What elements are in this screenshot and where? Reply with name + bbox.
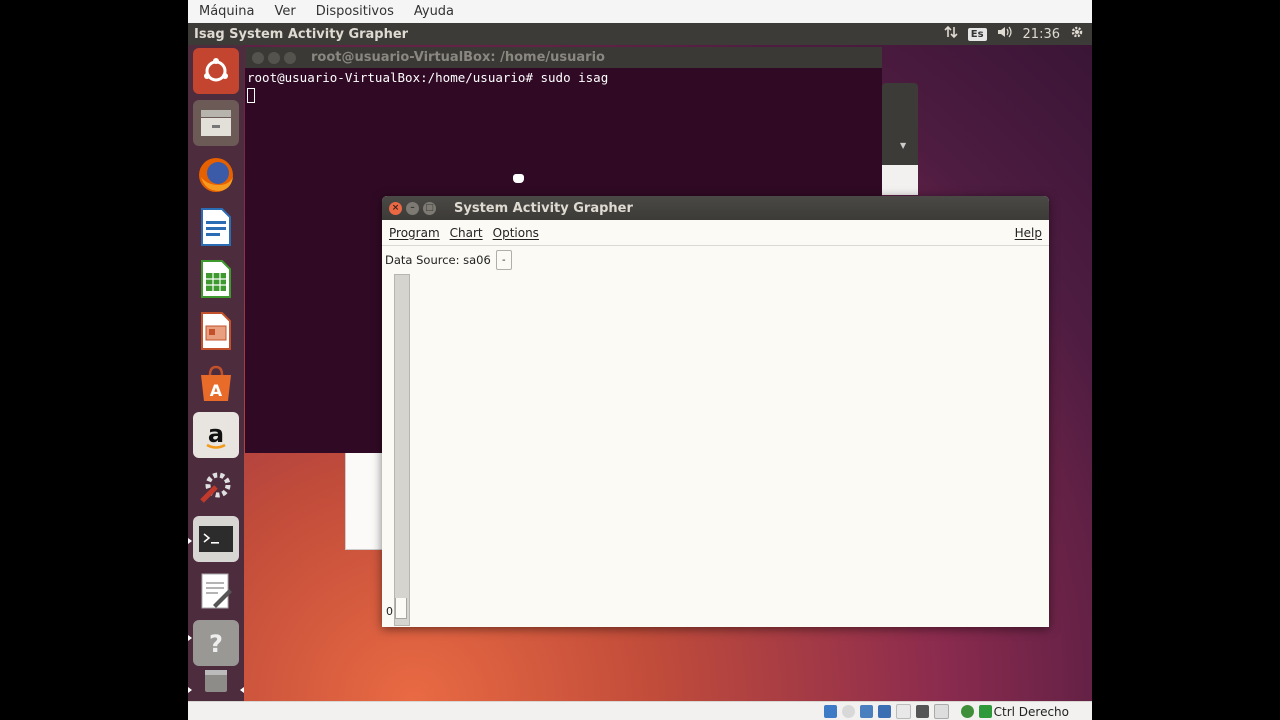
terminal-output[interactable]: root@usuario-VirtualBox:/home/usuario# s… bbox=[245, 68, 882, 105]
host-key-label: Ctrl Derecho bbox=[993, 704, 1069, 719]
terminal-command-line: root@usuario-VirtualBox:/home/usuario# s… bbox=[247, 70, 609, 85]
network-icon[interactable] bbox=[944, 25, 958, 43]
vbox-menubar: Máquina Ver Dispositivos Ayuda bbox=[188, 0, 1092, 24]
running-indicator bbox=[188, 538, 192, 544]
hard-disk-icon[interactable] bbox=[823, 705, 837, 718]
display-icon[interactable] bbox=[915, 705, 929, 718]
software-center-icon[interactable]: A bbox=[193, 360, 239, 406]
volume-icon[interactable] bbox=[997, 25, 1013, 43]
vbox-menu-dispositivos[interactable]: Dispositivos bbox=[305, 4, 403, 19]
usb-icon[interactable] bbox=[859, 705, 873, 718]
shared-folders-icon[interactable] bbox=[895, 704, 911, 719]
ubuntu-top-panel: Isag System Activity Grapher Es 21:36 bbox=[188, 23, 1092, 45]
axis-tick bbox=[395, 598, 407, 619]
vbox-menu-maquina[interactable]: Máquina bbox=[188, 4, 264, 19]
trash-icon[interactable] bbox=[193, 666, 239, 696]
panel-indicators: Es 21:36 bbox=[944, 25, 1092, 43]
help-icon[interactable]: ? bbox=[193, 620, 239, 666]
network-adapter-icon[interactable] bbox=[877, 705, 891, 718]
vm-display: Máquina Ver Dispositivos Ayuda Isag Syst… bbox=[188, 0, 1092, 720]
ubuntu-dash-icon[interactable] bbox=[193, 48, 239, 94]
background-window: ▼ bbox=[882, 83, 918, 195]
optical-drive-icon[interactable] bbox=[841, 705, 855, 718]
isag-titlebar[interactable]: × – □ System Activity Grapher bbox=[382, 196, 1049, 220]
svg-text:a: a bbox=[208, 420, 224, 448]
vbox-menu-ayuda[interactable]: Ayuda bbox=[403, 4, 463, 19]
terminal-title: root@usuario-VirtualBox: /home/usuario bbox=[311, 50, 605, 65]
svg-text:A: A bbox=[210, 381, 223, 400]
isag-window-title: System Activity Grapher bbox=[454, 200, 633, 216]
maximize-icon[interactable]: □ bbox=[423, 201, 436, 215]
chevron-down-icon: ▼ bbox=[900, 141, 907, 150]
svg-text:?: ? bbox=[209, 630, 223, 658]
minimize-icon[interactable] bbox=[268, 51, 280, 64]
calc-icon[interactable] bbox=[193, 256, 239, 302]
writer-icon[interactable] bbox=[193, 204, 239, 250]
terminal-icon[interactable] bbox=[193, 516, 239, 562]
menu-chart[interactable]: Chart bbox=[445, 226, 488, 240]
menu-program[interactable]: Program bbox=[384, 226, 445, 240]
unity-launcher: A a ? bbox=[188, 45, 244, 701]
isag-window[interactable]: × – □ System Activity Grapher Program Ch… bbox=[382, 196, 1049, 627]
isag-menubar: Program Chart Options Help bbox=[382, 220, 1049, 246]
running-indicator bbox=[188, 687, 192, 693]
menu-help[interactable]: Help bbox=[1010, 226, 1047, 240]
files-icon[interactable] bbox=[193, 100, 239, 146]
vbox-statusbar: Ctrl Derecho bbox=[188, 701, 1092, 720]
host-key-icon[interactable] bbox=[978, 705, 992, 718]
terminal-titlebar[interactable]: root@usuario-VirtualBox: /home/usuario bbox=[245, 47, 882, 68]
data-source-dropdown[interactable]: - bbox=[495, 250, 512, 270]
vbox-menu-ver[interactable]: Ver bbox=[264, 4, 305, 19]
background-window bbox=[345, 452, 387, 550]
terminal-cursor bbox=[247, 88, 255, 103]
firefox-icon[interactable] bbox=[193, 152, 239, 198]
close-icon[interactable] bbox=[252, 51, 264, 64]
impress-icon[interactable] bbox=[193, 308, 239, 354]
panel-app-title: Isag System Activity Grapher bbox=[194, 26, 409, 42]
keyboard-layout-indicator[interactable]: Es bbox=[967, 27, 987, 41]
isag-content: Data Source: sa06 - 0 bbox=[382, 246, 1049, 627]
data-source-label: Data Source: sa06 bbox=[385, 253, 491, 267]
panel-clock[interactable]: 21:36 bbox=[1023, 27, 1060, 42]
chart-scrollbar[interactable] bbox=[394, 274, 410, 626]
axis-zero-label: 0 bbox=[386, 605, 393, 618]
running-indicator bbox=[188, 635, 192, 641]
mouse-integration-icon[interactable] bbox=[960, 705, 974, 718]
close-icon[interactable]: × bbox=[389, 201, 402, 215]
menu-options[interactable]: Options bbox=[488, 226, 544, 240]
amazon-icon[interactable]: a bbox=[193, 412, 239, 458]
system-settings-icon[interactable] bbox=[193, 464, 239, 510]
mouse-cursor-icon bbox=[513, 174, 524, 183]
data-source-row: Data Source: sa06 - bbox=[385, 250, 512, 270]
maximize-icon[interactable] bbox=[284, 51, 296, 64]
gear-icon[interactable] bbox=[1070, 25, 1084, 43]
text-editor-icon[interactable] bbox=[193, 568, 239, 614]
video-capture-icon[interactable] bbox=[933, 704, 949, 719]
minimize-icon[interactable]: – bbox=[406, 201, 419, 215]
